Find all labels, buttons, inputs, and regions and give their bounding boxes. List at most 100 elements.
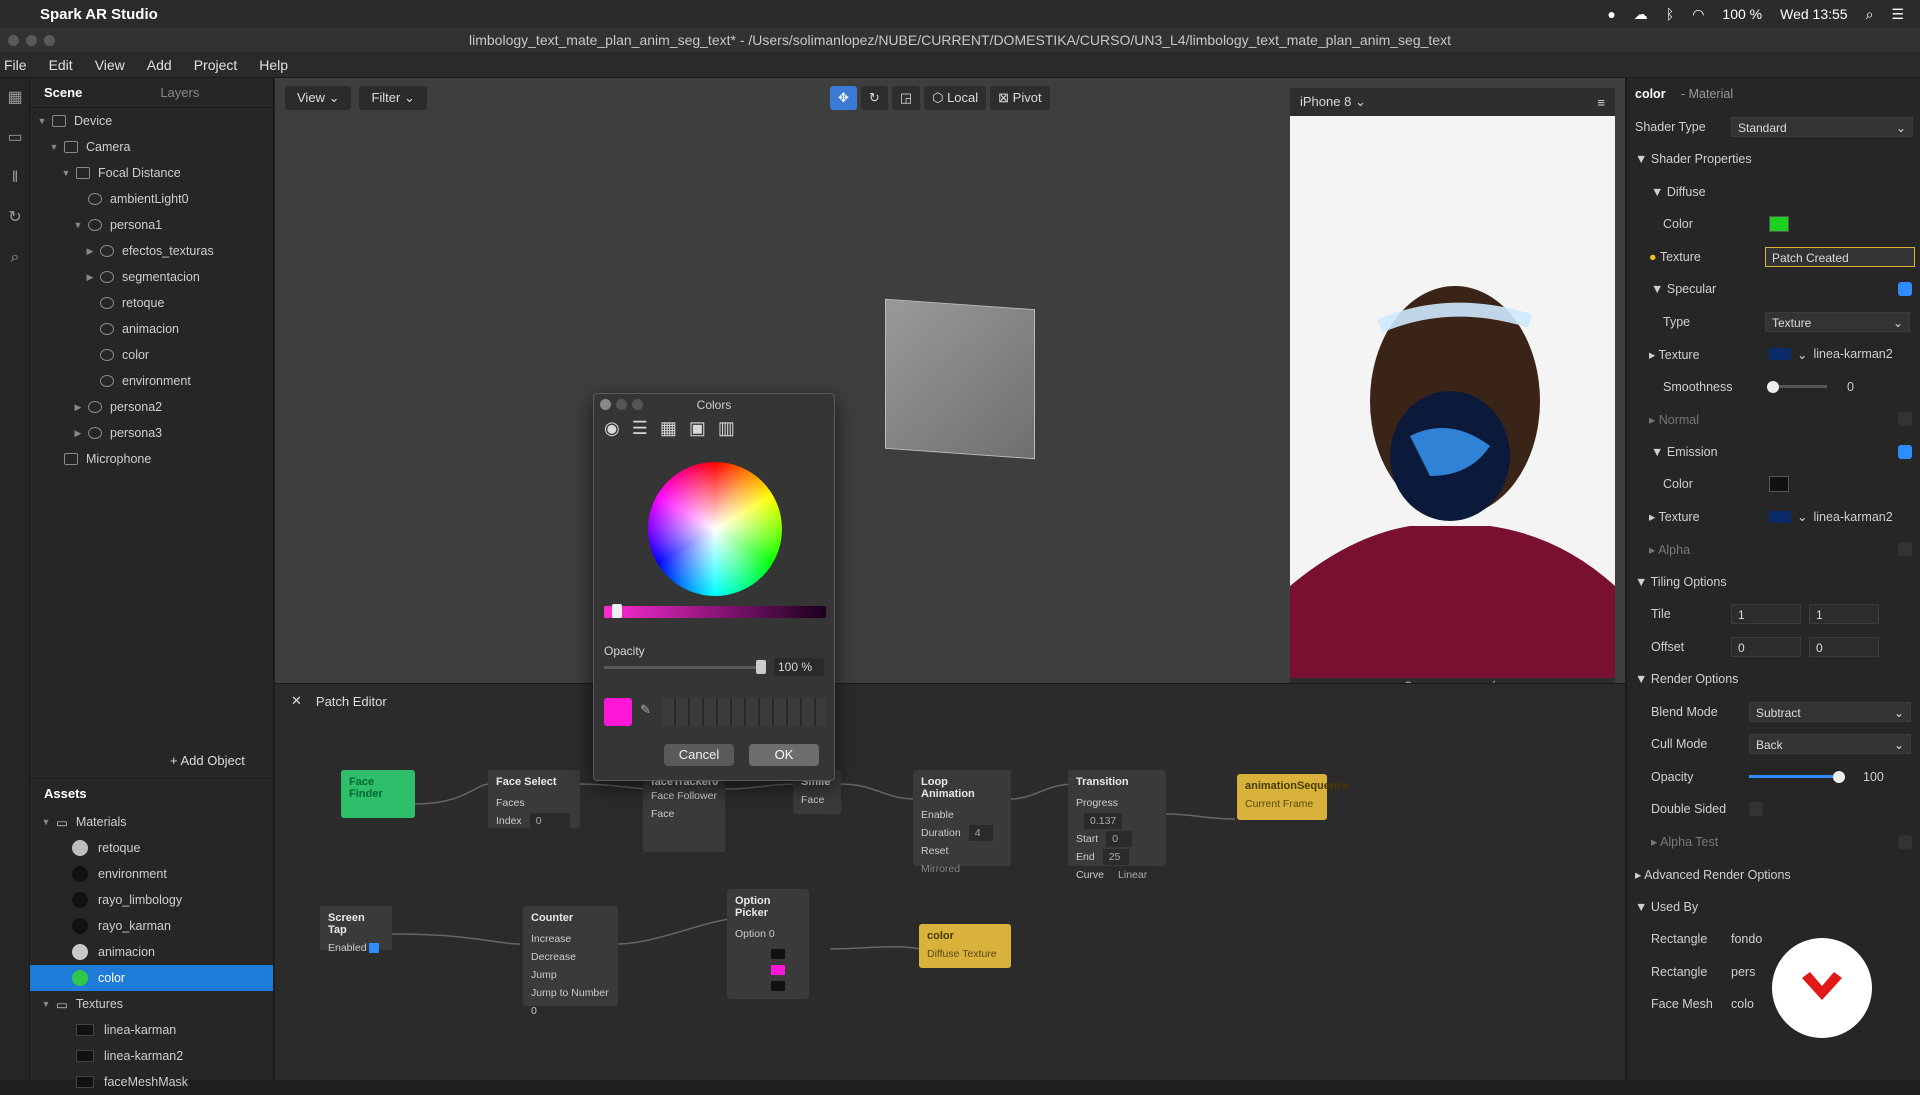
device-selector[interactable]: iPhone 8 ⌄ (1300, 94, 1366, 110)
cloud-icon[interactable]: ☁ (1634, 6, 1648, 23)
alpha-section[interactable]: ▸ Alpha (1649, 542, 1690, 557)
offset-x-input[interactable]: 0 (1731, 636, 1801, 657)
normal-checkbox[interactable] (1898, 412, 1912, 427)
magenta-swatch[interactable] (771, 965, 785, 975)
material-item[interactable]: rayo_limbology (30, 887, 273, 913)
pencils-tab-icon[interactable]: ▥ (718, 418, 735, 439)
app-name[interactable]: Spark AR Studio (40, 6, 158, 23)
move-tool-icon[interactable]: ✥ (830, 86, 857, 110)
zoom-window-button[interactable] (44, 35, 55, 46)
wifi-icon[interactable]: ◠ (1692, 6, 1704, 23)
advanced-render-options-section[interactable]: ▸ Advanced Render Options (1635, 867, 1791, 882)
disclosure-arrow-icon[interactable]: ▶ (84, 246, 96, 257)
scene-tree-item[interactable]: ▼ Camera (30, 134, 273, 160)
scene-tree-item[interactable]: ▼ Focal Distance (30, 160, 273, 186)
menu-icon[interactable]: ≡ (1597, 95, 1605, 110)
scene-tree-item[interactable]: ▼ Device (30, 108, 273, 134)
diffuse-section[interactable]: ▼ Diffuse (1651, 185, 1706, 199)
enabled-checkbox[interactable] (369, 943, 380, 954)
disclosure-arrow-icon[interactable]: ▶ (72, 402, 84, 413)
layout-icon[interactable]: ▦ (0, 78, 30, 118)
node-option-picker[interactable]: Option Picker Option 0 (727, 889, 809, 999)
pause-icon[interactable]: ‖ (0, 158, 30, 198)
material-item[interactable]: color (30, 965, 273, 991)
clock[interactable]: Wed 13:55 (1780, 6, 1847, 22)
specular-type-dropdown[interactable]: Texture ⌄ (1765, 311, 1910, 332)
node-face-finder[interactable]: Face Finder (341, 770, 415, 818)
tab-scene[interactable]: Scene (30, 85, 96, 100)
scene-tree-item[interactable]: ▶ segmentacion (30, 264, 273, 290)
tab-layers[interactable]: Layers (146, 85, 213, 100)
material-item[interactable]: environment (30, 861, 273, 887)
close-window-button[interactable] (8, 35, 19, 46)
tiling-options-section[interactable]: ▼ Tiling Options (1635, 575, 1727, 589)
texture-item[interactable]: linea-karman (30, 1017, 273, 1043)
node-color-material[interactable]: color Diffuse Texture (919, 924, 1011, 968)
emission-texture-select[interactable]: ⌄ linea-karman2 (1769, 509, 1893, 524)
scene-plane-object[interactable] (885, 298, 1035, 460)
menu-file[interactable]: File (4, 57, 27, 73)
brightness-thumb[interactable] (612, 604, 622, 618)
specular-checkbox[interactable] (1898, 282, 1912, 297)
current-color-swatch[interactable] (604, 698, 632, 726)
menu-edit[interactable]: Edit (49, 57, 73, 73)
texture-item[interactable]: linea-karman2 (30, 1043, 273, 1069)
patch-editor[interactable]: ✕ Patch Editor Face Finder Face Select F… (275, 683, 1625, 1080)
normal-section[interactable]: ▸ Normal (1649, 412, 1699, 427)
refresh-icon[interactable]: ↻ (0, 198, 30, 238)
tile-x-input[interactable]: 1 (1731, 604, 1801, 625)
specular-texture-select[interactable]: ⌄ linea-karman2 (1769, 347, 1893, 362)
preview-camera-feed[interactable] (1290, 116, 1615, 678)
used-by-section[interactable]: ▼ Used By (1635, 900, 1698, 914)
opacity-value[interactable]: 100 % (774, 658, 824, 676)
node-face-select[interactable]: Face Select Faces Index 0 (488, 770, 580, 829)
material-item[interactable]: rayo_karman (30, 913, 273, 939)
disclosure-arrow-icon[interactable]: ▼ (72, 220, 84, 230)
alpha-test-section[interactable]: ▸ Alpha Test (1651, 834, 1718, 849)
image-palettes-tab-icon[interactable]: ▣ (689, 418, 706, 439)
ok-button[interactable]: OK (749, 744, 819, 766)
menu-help[interactable]: Help (259, 57, 288, 73)
render-options-section[interactable]: ▼ Render Options (1635, 672, 1738, 686)
node-face-tracker[interactable]: faceTracker0 Face Follower Face (643, 770, 725, 852)
node-transition[interactable]: Transition Progress0.137 Start 0 End 25 Cu… (1068, 770, 1166, 883)
scene-tree-item[interactable]: ambientLight0 (30, 186, 273, 212)
bluetooth-icon[interactable]: ᛒ (1666, 6, 1674, 22)
cull-mode-dropdown[interactable]: Back ⌄ (1749, 734, 1911, 755)
menu-project[interactable]: Project (194, 57, 238, 73)
scene-tree-item[interactable]: ▶ persona3 (30, 420, 273, 446)
saved-swatches[interactable] (662, 698, 826, 726)
video-icon[interactable]: ▭ (0, 118, 30, 158)
emission-color-swatch[interactable] (1769, 476, 1789, 493)
pivot-toggle[interactable]: ⊠ Pivot (990, 86, 1050, 110)
cancel-button[interactable]: Cancel (664, 744, 734, 766)
emission-checkbox[interactable] (1898, 444, 1912, 459)
shader-type-dropdown[interactable]: Standard ⌄ (1731, 116, 1913, 137)
menu-add[interactable]: Add (147, 57, 172, 73)
close-dialog-button[interactable] (600, 399, 611, 410)
disclosure-arrow-icon[interactable]: ▶ (72, 428, 84, 439)
node-animation-sequence[interactable]: animationSequence Current Frame (1237, 774, 1349, 820)
scene-tree-item[interactable]: ▼ persona1 (30, 212, 273, 238)
scene-tree-item[interactable]: ▶ persona2 (30, 394, 273, 420)
menu-view[interactable]: View (95, 57, 125, 73)
diffuse-texture-field[interactable]: Patch Created (1765, 246, 1915, 267)
tile-y-input[interactable]: 1 (1809, 604, 1879, 625)
opacity-slider[interactable] (604, 660, 766, 674)
emission-section[interactable]: ▼ Emission (1651, 445, 1718, 459)
color-wheel[interactable] (648, 462, 782, 596)
color-wheel-tab-icon[interactable]: ◉ (604, 418, 620, 439)
filter-dropdown[interactable]: Filter ⌄ (359, 86, 427, 110)
textures-folder[interactable]: ▼ ▭ Textures (30, 991, 273, 1017)
opacity-thumb[interactable] (756, 660, 766, 674)
disclosure-arrow-icon[interactable]: ▼ (60, 168, 72, 178)
materials-folder[interactable]: ▼ ▭ Materials (30, 809, 273, 835)
scene-tree-item[interactable]: animacion (30, 316, 273, 342)
search-icon[interactable]: ⌕ (0, 238, 30, 278)
node-counter[interactable]: Counter Increase Decrease Jump Jump to N… (523, 906, 618, 1017)
texture-item[interactable]: faceMeshMask (30, 1069, 273, 1095)
alpha-checkbox[interactable] (1898, 542, 1912, 557)
minimize-window-button[interactable] (26, 35, 37, 46)
opacity-value[interactable]: 100 (1863, 770, 1884, 784)
sliders-tab-icon[interactable]: ☰ (632, 418, 648, 439)
